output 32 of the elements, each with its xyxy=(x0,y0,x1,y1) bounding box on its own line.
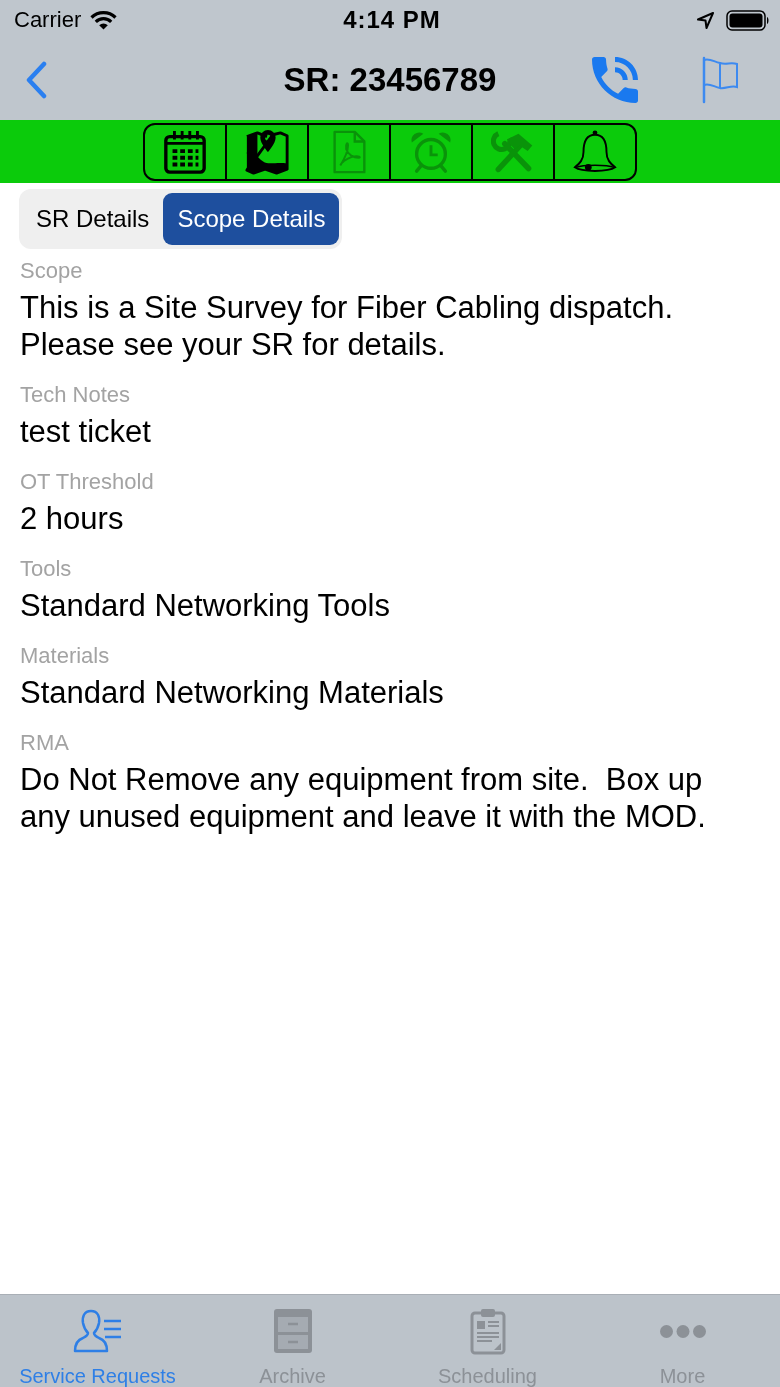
person-list-icon xyxy=(72,1308,123,1354)
nav-title: SR: 23456789 xyxy=(283,61,497,99)
file-cabinet-icon xyxy=(271,1307,314,1355)
bell-icon xyxy=(572,128,618,175)
field-value: Standard Networking Tools xyxy=(20,587,391,624)
hammer-wrench-icon xyxy=(491,129,535,174)
segment-tab[interactable]: SR Details xyxy=(22,193,164,245)
location-arrow-icon xyxy=(697,11,714,29)
field-label: Scope xyxy=(20,258,84,284)
battery-icon xyxy=(726,9,770,31)
phone-icon xyxy=(592,57,638,103)
field-value: test ticket xyxy=(20,413,152,450)
field-value: Standard Networking Materials xyxy=(20,674,445,711)
tab-bar-item[interactable]: Service Requests xyxy=(0,1295,195,1387)
wifi-icon xyxy=(90,10,118,30)
field-label: Tools xyxy=(20,556,73,582)
flag-icon xyxy=(700,56,740,104)
field-value: This is a Site Survey for Fiber Cabling dispatch. Please see your SR for details. xyxy=(20,289,674,363)
segment-tab[interactable]: Scope Details xyxy=(163,193,340,245)
field-label: RMA xyxy=(20,730,70,756)
carrier-name: Carrier xyxy=(14,7,82,33)
field-label: Materials xyxy=(20,643,111,669)
status-time: 4:14 PM xyxy=(343,6,441,34)
map-icon xyxy=(244,128,290,175)
field-value: Do Not Remove any equipment from site. Box up any unused equipment and leave it with the MOD. xyxy=(20,761,707,835)
chevron-left-icon xyxy=(25,61,47,99)
field-value: 2 hours xyxy=(20,500,125,537)
clipboard-icon xyxy=(469,1307,506,1355)
field-label: OT Threshold xyxy=(20,469,155,495)
ellipsis-icon xyxy=(658,1323,707,1339)
calendar-icon xyxy=(162,128,208,175)
field-label: Tech Notes xyxy=(20,382,132,408)
